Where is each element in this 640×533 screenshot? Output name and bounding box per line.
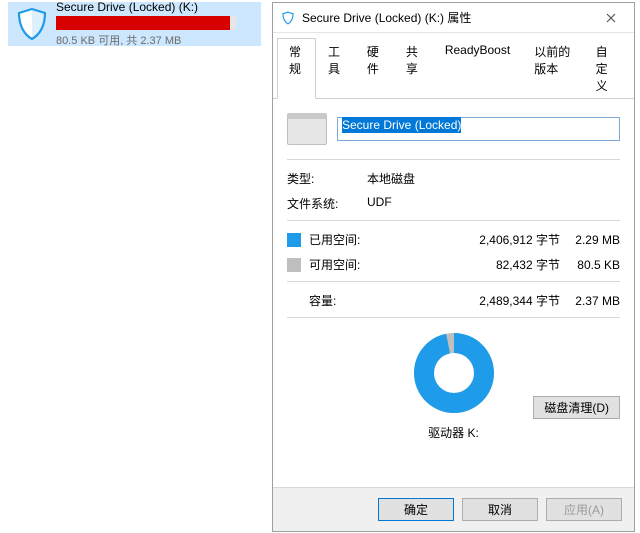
tab-readyboost[interactable]: ReadyBoost: [433, 38, 522, 99]
shield-icon: [12, 4, 52, 44]
usage-donut-chart: [409, 328, 499, 418]
drive-list-item[interactable]: Secure Drive (Locked) (K:) 80.5 KB 可用, 共…: [8, 2, 261, 46]
tab-hardware[interactable]: 硬件: [355, 38, 394, 99]
free-space-label: 可用空间:: [309, 256, 455, 273]
tab-general[interactable]: 常规: [277, 38, 316, 99]
separator: [287, 220, 620, 221]
separator: [287, 317, 620, 318]
drive-letter-label: 驱动器 K:: [287, 424, 620, 441]
drive-info: Secure Drive (Locked) (K:) 80.5 KB 可用, 共…: [52, 0, 257, 48]
used-space-bytes: 2,406,912 字节: [455, 231, 560, 248]
free-space-size: 80.5 KB: [560, 258, 620, 272]
type-label: 类型:: [287, 170, 367, 187]
filesystem-label: 文件系统:: [287, 195, 367, 212]
used-space-swatch: [287, 233, 301, 247]
drive-usage-fill: [56, 16, 230, 30]
dialog-content: Secure Drive (Locked) 类型: 本地磁盘 文件系统: UDF…: [273, 99, 634, 487]
used-space-size: 2.29 MB: [560, 233, 620, 247]
dialog-footer: 确定 取消 应用(A): [273, 487, 634, 531]
capacity-size: 2.37 MB: [560, 294, 620, 308]
close-button[interactable]: [590, 4, 632, 32]
separator: [287, 281, 620, 282]
tab-custom[interactable]: 自定义: [584, 38, 630, 99]
disk-cleanup-button[interactable]: 磁盘清理(D): [533, 396, 620, 419]
ok-button[interactable]: 确定: [378, 498, 454, 521]
capacity-bytes: 2,489,344 字节: [455, 292, 560, 309]
free-space-bytes: 82,432 字节: [455, 256, 560, 273]
filesystem-value: UDF: [367, 195, 392, 212]
volume-name-value: Secure Drive (Locked): [342, 117, 461, 133]
disk-icon: [287, 113, 327, 145]
tab-tools[interactable]: 工具: [316, 38, 355, 99]
drive-usage-bar: [56, 16, 236, 30]
tab-strip: 常规 工具 硬件 共享 ReadyBoost 以前的版本 自定义: [273, 33, 634, 99]
usage-chart-area: 驱动器 K: 磁盘清理(D): [287, 328, 620, 438]
free-space-swatch: [287, 258, 301, 272]
apply-button[interactable]: 应用(A): [546, 498, 622, 521]
drive-title: Secure Drive (Locked) (K:): [56, 0, 257, 14]
drive-subtext: 80.5 KB 可用, 共 2.37 MB: [56, 32, 257, 48]
used-space-label: 已用空间:: [309, 231, 455, 248]
cancel-button[interactable]: 取消: [462, 498, 538, 521]
tab-sharing[interactable]: 共享: [394, 38, 433, 99]
dialog-titlebar[interactable]: Secure Drive (Locked) (K:) 属性: [273, 3, 634, 33]
capacity-label: 容量:: [309, 292, 455, 309]
dialog-title: Secure Drive (Locked) (K:) 属性: [302, 9, 590, 26]
type-value: 本地磁盘: [367, 170, 415, 187]
separator: [287, 159, 620, 160]
tab-previous[interactable]: 以前的版本: [522, 38, 583, 99]
properties-dialog: Secure Drive (Locked) (K:) 属性 常规 工具 硬件 共…: [272, 2, 635, 532]
shield-icon: [279, 9, 297, 27]
volume-name-input[interactable]: Secure Drive (Locked): [337, 117, 620, 141]
